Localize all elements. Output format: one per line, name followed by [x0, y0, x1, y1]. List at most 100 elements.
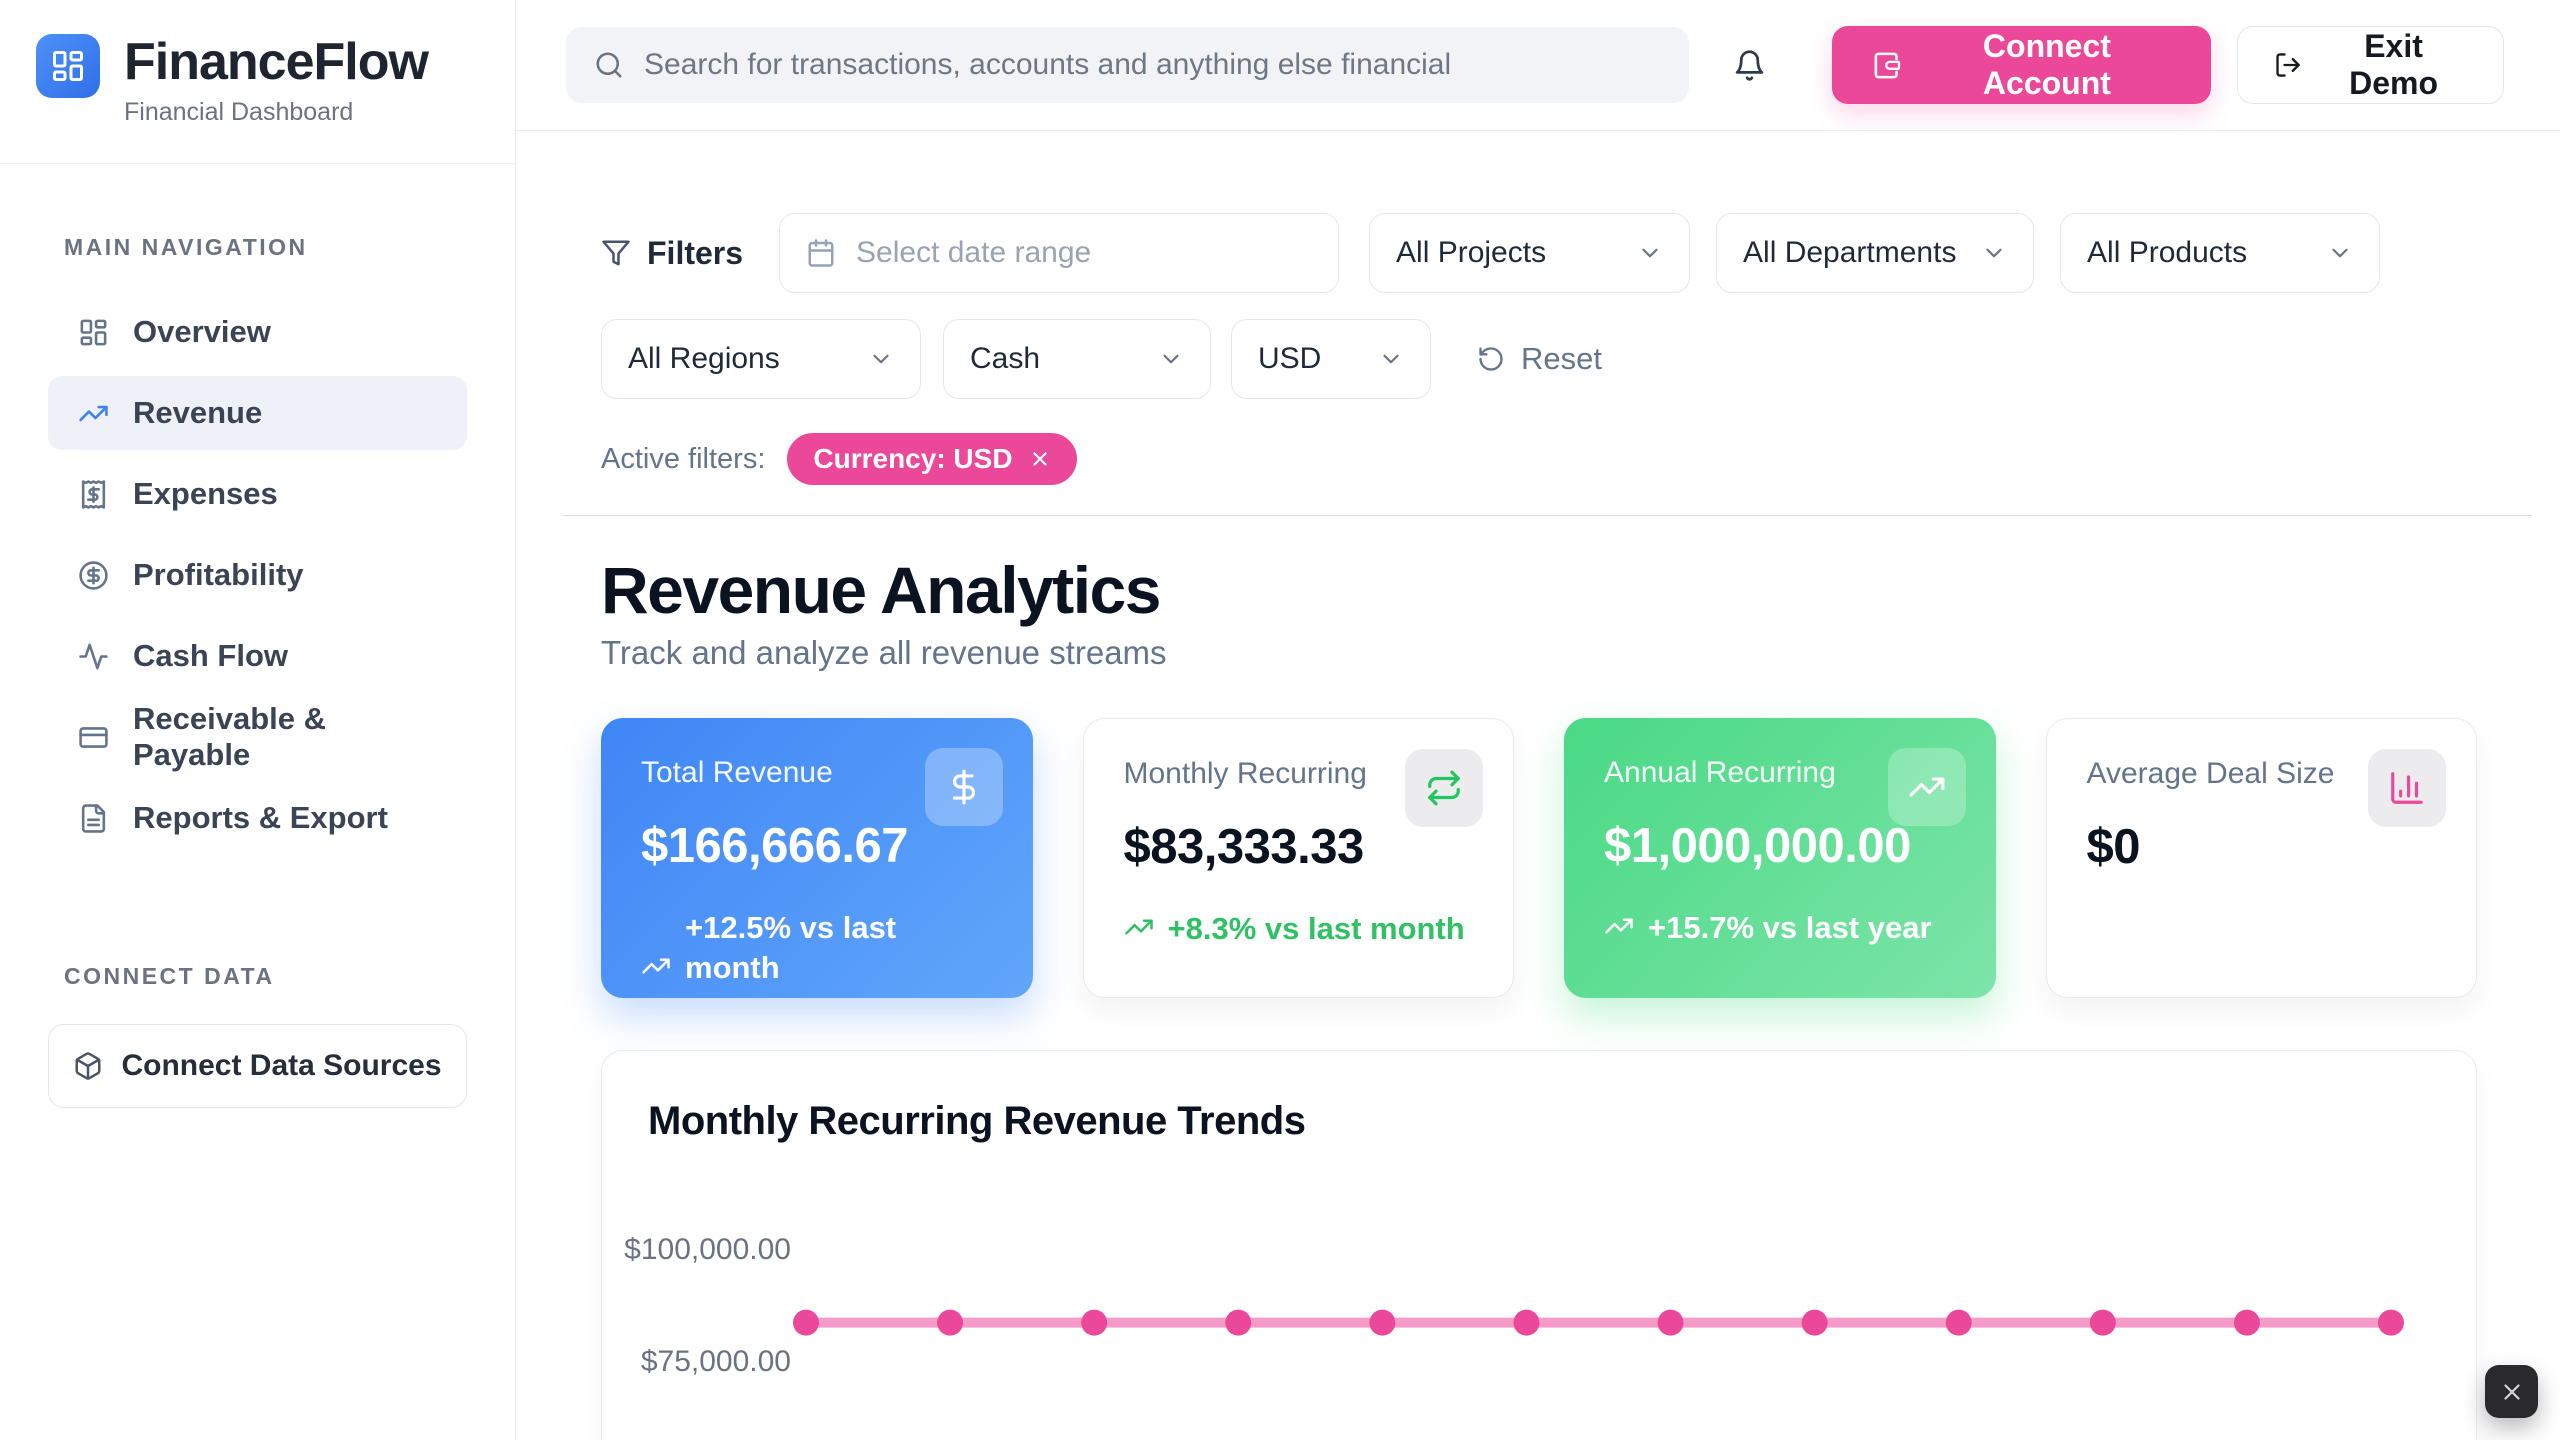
chevron-down-icon: [1637, 240, 1663, 266]
trending-up-icon: [78, 398, 109, 429]
stat-change: +12.5% vs last month: [641, 908, 993, 989]
projects-select[interactable]: All Projects: [1369, 213, 1690, 293]
chevron-down-icon: [1158, 346, 1184, 372]
stat-card-annual-recurring: Annual Recurring $1,000,000.00 +15.7% vs…: [1564, 718, 1996, 998]
stat-cards: Total Revenue $166,666.67 +12.5% vs last…: [601, 718, 2477, 998]
filter-funnel-icon: [601, 238, 631, 268]
filters-row-1: Filters All Projects All Departments All…: [601, 213, 2477, 293]
app-name: FinanceFlow: [124, 34, 428, 90]
dollar-icon: [945, 768, 983, 806]
stat-value: $166,666.67: [641, 818, 993, 874]
search-icon: [594, 50, 624, 80]
products-select[interactable]: All Products: [2060, 213, 2380, 293]
section-divider: [563, 515, 2532, 516]
wallet-icon: [1872, 49, 1903, 82]
sidebar-item-label: Profitability: [133, 557, 304, 593]
filters-row-2: All Regions Cash USD Reset: [601, 319, 2477, 399]
sidebar-item-profitability[interactable]: Profitability: [48, 538, 467, 612]
departments-select[interactable]: All Departments: [1716, 213, 2034, 293]
cube-icon: [73, 1051, 103, 1081]
stat-icon-badge: [925, 748, 1003, 826]
data-point[interactable]: [1225, 1309, 1251, 1335]
trending-up-icon: [1124, 912, 1154, 942]
payment-method-select[interactable]: Cash: [943, 319, 1211, 399]
trending-up-icon: [641, 951, 671, 981]
y-axis-tick-label: $100,000.00: [624, 1233, 791, 1266]
sidebar-item-label: Receivable & Payable: [133, 701, 437, 773]
data-point[interactable]: [1081, 1309, 1107, 1335]
connect-data-sources-button[interactable]: Connect Data Sources: [48, 1024, 467, 1108]
layout-dashboard-icon: [50, 48, 86, 84]
stat-change: +8.3% vs last month: [1124, 909, 1474, 949]
x-icon[interactable]: [1029, 448, 1051, 470]
sidebar-item-cash-flow[interactable]: Cash Flow: [48, 619, 467, 693]
stat-icon-badge: [2368, 749, 2446, 827]
data-point[interactable]: [1369, 1309, 1395, 1335]
regions-select[interactable]: All Regions: [601, 319, 921, 399]
repeat-icon: [1425, 769, 1463, 807]
data-point[interactable]: [1946, 1309, 1972, 1335]
receipt-icon: [78, 479, 109, 510]
mrr-line-chart: $100,000.00 $75,000.00: [602, 1051, 2478, 1440]
data-point[interactable]: [793, 1309, 819, 1335]
stat-value: $0: [2087, 819, 2437, 875]
data-point[interactable]: [2234, 1309, 2260, 1335]
date-range-field[interactable]: [856, 236, 1312, 270]
log-out-icon: [2274, 50, 2302, 80]
data-point[interactable]: [1802, 1309, 1828, 1335]
active-filters-row: Active filters: Currency: USD: [601, 433, 2477, 485]
page-title: Revenue Analytics: [601, 554, 2477, 627]
trending-up-icon: [1908, 768, 1946, 806]
y-axis-tick-label: $75,000.00: [641, 1345, 791, 1378]
brand-text: FinanceFlow Financial Dashboard: [124, 34, 428, 127]
sidebar-item-expenses[interactable]: Expenses: [48, 457, 467, 531]
top-bar: Connect Account Exit Demo: [516, 0, 2560, 131]
layout-dashboard-icon: [78, 317, 109, 348]
search-input[interactable]: [644, 48, 1661, 82]
connect-section-label: CONNECT DATA: [64, 963, 451, 990]
data-point[interactable]: [2378, 1309, 2404, 1335]
data-point[interactable]: [1513, 1309, 1539, 1335]
chevron-down-icon: [1981, 240, 2007, 266]
notifications-button[interactable]: [1733, 49, 1766, 82]
reset-filters-button[interactable]: Reset: [1477, 341, 1602, 377]
app-logo: [36, 34, 100, 98]
file-text-icon: [78, 803, 109, 834]
sidebar-item-revenue[interactable]: Revenue: [48, 376, 467, 450]
stat-value: $83,333.33: [1124, 819, 1474, 875]
exit-demo-label: Exit Demo: [2320, 28, 2467, 102]
data-point[interactable]: [1658, 1309, 1684, 1335]
exit-demo-button[interactable]: Exit Demo: [2237, 26, 2504, 104]
chevron-down-icon: [1378, 346, 1404, 372]
bell-icon: [1733, 49, 1766, 82]
chevron-down-icon: [2327, 240, 2353, 266]
data-point[interactable]: [2090, 1309, 2116, 1335]
connect-account-button[interactable]: Connect Account: [1832, 26, 2211, 104]
close-demo-overlay-button[interactable]: [2485, 1365, 2538, 1418]
bar-chart-icon: [2388, 769, 2426, 807]
connect-account-label: Connect Account: [1923, 28, 2171, 102]
nav-section-label: MAIN NAVIGATION: [64, 234, 451, 261]
sidebar-item-receivable-payable[interactable]: Receivable & Payable: [48, 700, 467, 774]
calendar-icon: [806, 238, 836, 268]
page-subtitle: Track and analyze all revenue streams: [601, 634, 2477, 672]
sidebar-item-label: Expenses: [133, 476, 278, 512]
rotate-ccw-icon: [1477, 345, 1505, 373]
stat-card-monthly-recurring: Monthly Recurring $83,333.33 +8.3% vs la…: [1083, 718, 1515, 998]
sidebar-item-label: Revenue: [133, 395, 262, 431]
search-box[interactable]: [566, 27, 1689, 103]
active-filter-chip-currency[interactable]: Currency: USD: [787, 433, 1076, 485]
sidebar-item-label: Cash Flow: [133, 638, 288, 674]
trending-up-icon: [1604, 911, 1634, 941]
sidebar: FinanceFlow Financial Dashboard MAIN NAV…: [0, 0, 516, 1440]
sidebar-item-reports-export[interactable]: Reports & Export: [48, 781, 467, 855]
sidebar-item-overview[interactable]: Overview: [48, 295, 467, 369]
currency-select[interactable]: USD: [1231, 319, 1431, 399]
mrr-trends-chart-card: Monthly Recurring Revenue Trends $100,00…: [601, 1050, 2477, 1440]
chevron-down-icon: [868, 346, 894, 372]
connect-data-sources-label: Connect Data Sources: [121, 1049, 441, 1083]
data-point[interactable]: [937, 1309, 963, 1335]
date-range-input[interactable]: [779, 213, 1339, 293]
stat-card-total-revenue: Total Revenue $166,666.67 +12.5% vs last…: [601, 718, 1033, 998]
stat-icon-badge: [1405, 749, 1483, 827]
